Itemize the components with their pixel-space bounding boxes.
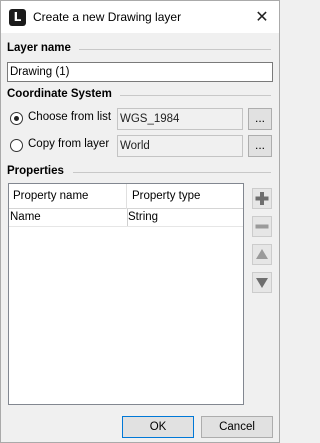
column-header-property-type[interactable]: Property type <box>128 184 243 209</box>
coordinate-system-divider <box>120 95 271 96</box>
layer-name-divider <box>79 49 271 50</box>
properties-divider <box>73 172 271 173</box>
coordinate-system-field: WGS_1984 <box>117 108 243 130</box>
remove-property-button[interactable] <box>252 216 272 237</box>
add-icon <box>255 192 269 205</box>
move-up-icon <box>256 249 268 259</box>
property-type-cell[interactable]: String <box>127 209 243 226</box>
table-row[interactable]: Name String <box>9 209 243 227</box>
browse-layer-button[interactable]: ... <box>248 135 272 157</box>
browse-coordinate-system-button[interactable]: ... <box>248 108 272 130</box>
dialog-window: L Create a new Drawing layer ✕ Layer nam… <box>0 0 280 443</box>
layer-name-section-title: Layer name <box>7 42 71 54</box>
add-property-button[interactable] <box>252 188 272 209</box>
properties-table[interactable]: Property name Property type Name String <box>8 183 244 405</box>
copy-from-layer-radio[interactable] <box>10 139 23 152</box>
move-down-icon <box>256 278 268 288</box>
ok-button[interactable]: OK <box>122 416 194 438</box>
remove-icon <box>255 224 269 229</box>
window-title: Create a new Drawing layer <box>33 10 182 24</box>
column-header-property-name[interactable]: Property name <box>9 184 127 209</box>
table-header: Property name Property type <box>9 184 243 209</box>
column-divider[interactable] <box>126 184 127 209</box>
properties-section-title: Properties <box>7 165 64 177</box>
copy-from-layer-label[interactable]: Copy from layer <box>28 138 109 150</box>
close-icon[interactable]: ✕ <box>251 6 273 28</box>
source-layer-field: World <box>117 135 243 157</box>
cancel-button[interactable]: Cancel <box>201 416 273 438</box>
app-logo-icon: L <box>9 9 26 26</box>
choose-from-list-radio[interactable] <box>10 112 23 125</box>
layer-name-input[interactable]: Drawing (1) <box>7 62 273 82</box>
choose-from-list-label[interactable]: Choose from list <box>28 111 111 123</box>
coordinate-system-section-title: Coordinate System <box>7 88 112 100</box>
title-bar: L Create a new Drawing layer ✕ <box>1 1 279 33</box>
move-down-button[interactable] <box>252 272 272 293</box>
property-name-cell[interactable]: Name <box>9 209 126 226</box>
move-up-button[interactable] <box>252 244 272 265</box>
